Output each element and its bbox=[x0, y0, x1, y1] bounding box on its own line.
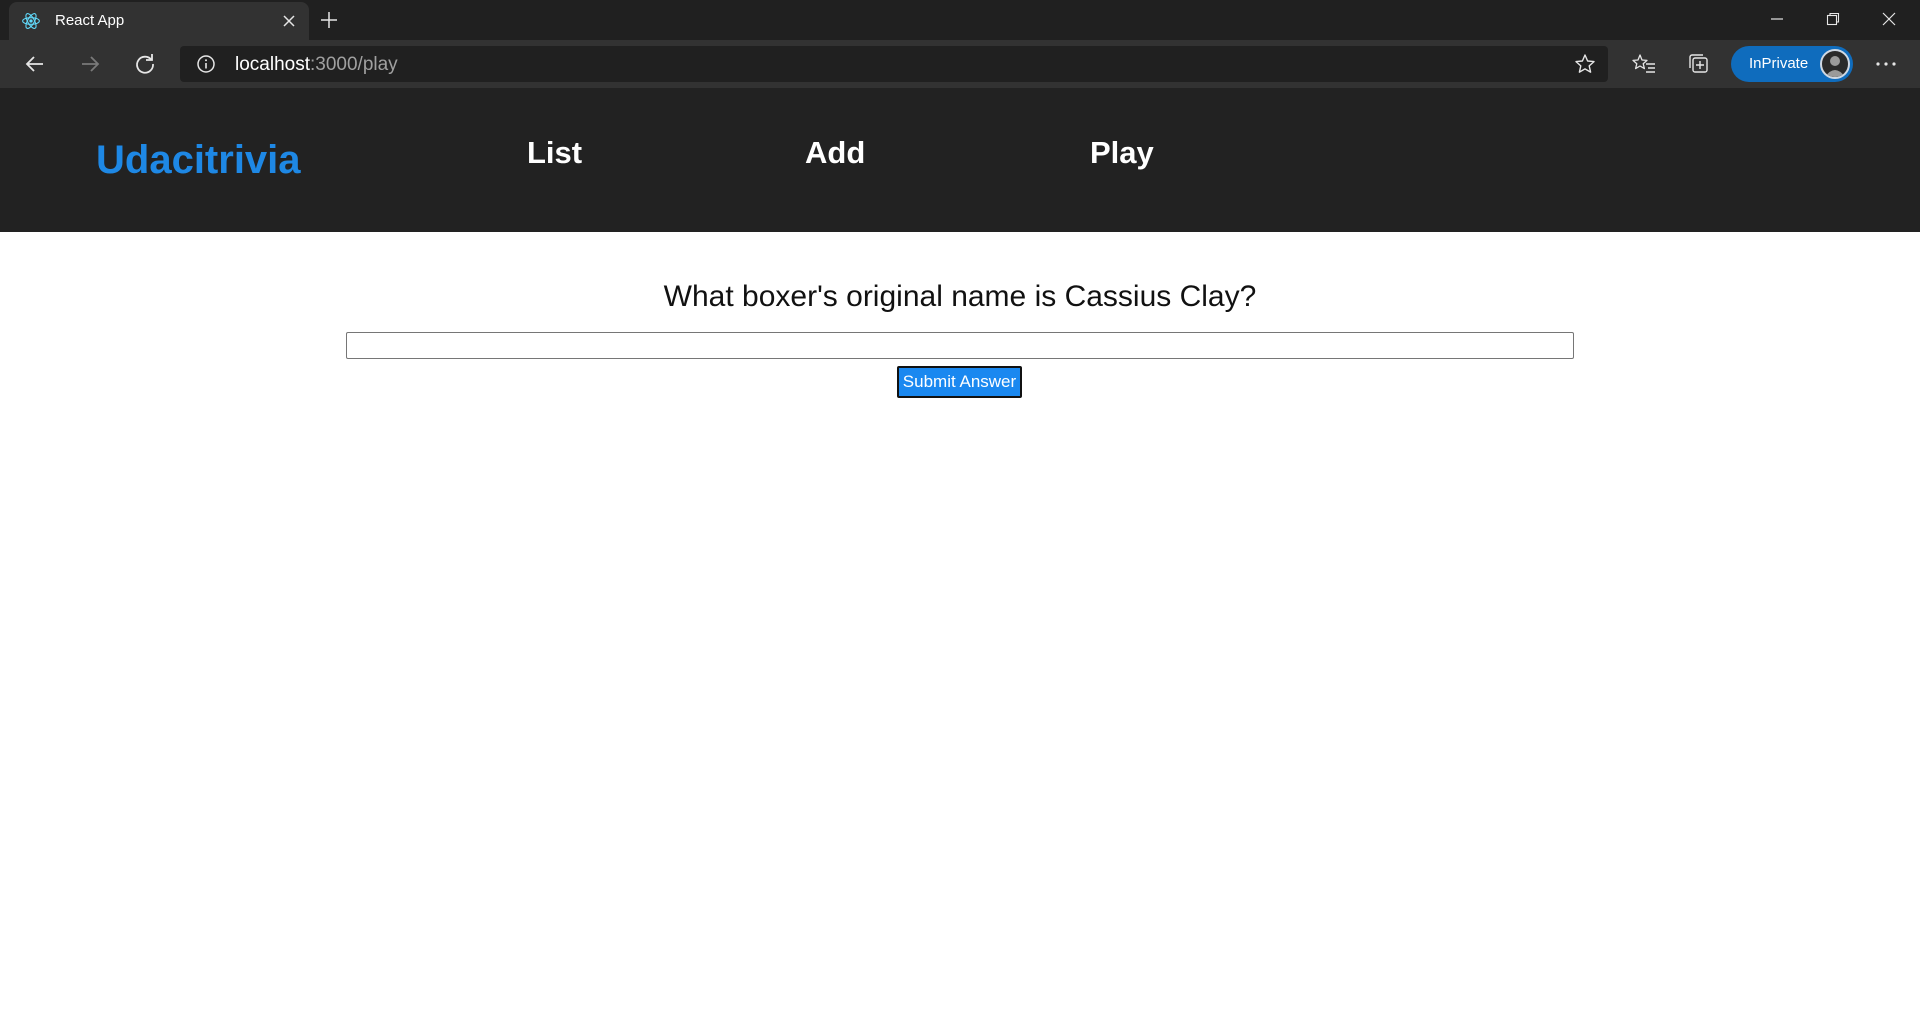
browser-toolbar: localhost:3000/play InPrivate bbox=[0, 40, 1920, 88]
info-icon[interactable] bbox=[196, 54, 216, 74]
close-window-icon[interactable] bbox=[1861, 0, 1917, 38]
submit-answer-button[interactable]: Submit Answer bbox=[897, 366, 1022, 398]
nav-link-play[interactable]: Play bbox=[1090, 135, 1154, 171]
inprivate-label: InPrivate bbox=[1749, 55, 1809, 72]
collections-icon[interactable] bbox=[1685, 50, 1713, 78]
new-tab-icon[interactable] bbox=[314, 6, 344, 34]
back-arrow-icon[interactable] bbox=[17, 48, 53, 80]
react-logo-icon bbox=[22, 13, 40, 29]
app-navbar: Udacitrivia List Add Play bbox=[0, 88, 1920, 232]
nav-link-list[interactable]: List bbox=[527, 135, 582, 171]
nav-link-add[interactable]: Add bbox=[805, 135, 865, 171]
address-bar[interactable]: localhost:3000/play bbox=[180, 46, 1608, 82]
tab-title: React App bbox=[55, 12, 125, 29]
forward-arrow-icon[interactable] bbox=[72, 48, 108, 80]
url-path: :3000/play bbox=[310, 54, 398, 75]
minimize-icon[interactable] bbox=[1749, 0, 1805, 38]
browser-titlebar: React App bbox=[0, 0, 1920, 40]
url-host: localhost bbox=[235, 54, 310, 75]
star-icon[interactable] bbox=[1574, 53, 1596, 75]
question-text: What boxer's original name is Cassius Cl… bbox=[663, 280, 1257, 313]
brand-logo[interactable]: Udacitrivia bbox=[96, 138, 301, 183]
tab-close-icon[interactable] bbox=[277, 9, 301, 33]
url-text: localhost:3000/play bbox=[235, 54, 398, 76]
favorites-icon[interactable] bbox=[1630, 50, 1658, 78]
restore-icon[interactable] bbox=[1805, 0, 1861, 38]
profile-avatar-icon[interactable] bbox=[1820, 49, 1850, 79]
refresh-icon[interactable] bbox=[127, 48, 163, 80]
browser-tab[interactable]: React App bbox=[9, 2, 309, 40]
answer-input[interactable] bbox=[346, 332, 1574, 359]
more-icon[interactable] bbox=[1872, 50, 1900, 78]
inprivate-badge[interactable]: InPrivate bbox=[1731, 46, 1853, 82]
